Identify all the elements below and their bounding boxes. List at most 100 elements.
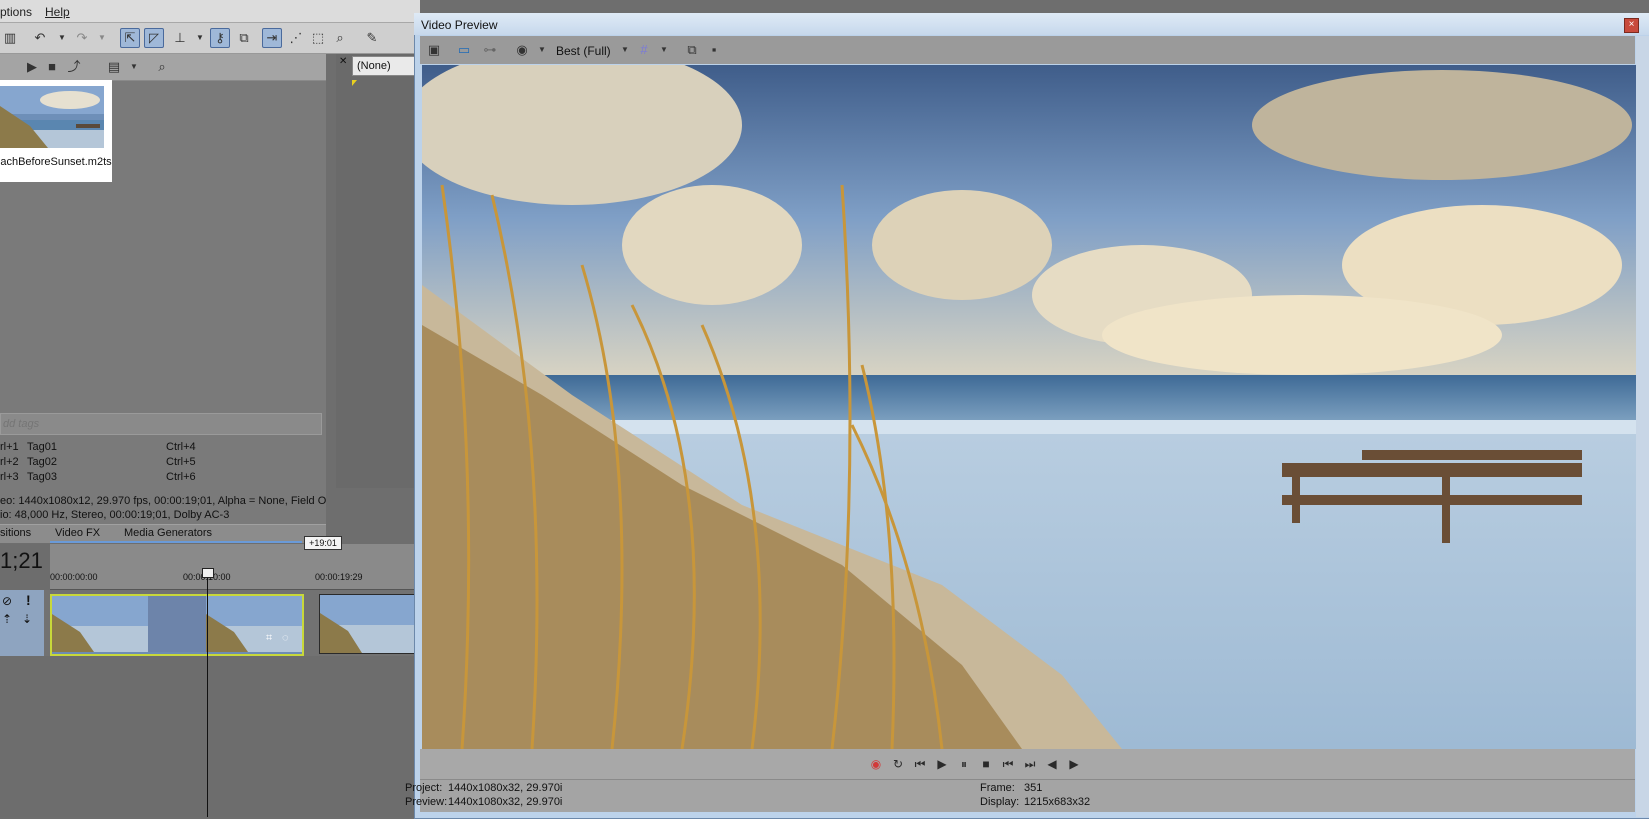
composite-down-icon[interactable]: ⇣ <box>22 612 32 626</box>
event-crop-icon[interactable]: ⌗ <box>266 632 272 645</box>
preview-toolbar: ▣ ▭ ⊶ ◉ ▼ Best (Full) ▼ # ▼ ⧉ ▪ <box>420 36 1635 64</box>
project-label: Project: <box>405 782 443 794</box>
properties-icon[interactable]: ▥ <box>0 28 20 48</box>
frame-label: Frame: <box>980 782 1015 794</box>
undo-dropdown-icon[interactable]: ▼ <box>52 28 72 48</box>
stop-icon[interactable]: ■ <box>978 756 994 772</box>
time-display: 1;21 <box>0 548 43 573</box>
tag-key: rl+3 <box>0 471 19 483</box>
enable-snapping-icon[interactable]: ⇱ <box>120 28 140 48</box>
clip-thumbnails <box>52 596 302 652</box>
tag-key: rl+2 <box>0 456 19 468</box>
tab-video-fx[interactable]: Video FX <box>55 527 100 539</box>
previous-frame-icon[interactable]: ◀ <box>1044 756 1060 772</box>
lock-envelopes-icon[interactable]: ⚷ <box>210 28 230 48</box>
loop-playback-icon[interactable]: ↻ <box>890 756 906 772</box>
play-icon[interactable]: ▶ <box>934 756 950 772</box>
preview-value: 1440x1080x32, 29.970i <box>448 796 563 808</box>
menu-options[interactable]: ptions <box>0 5 32 19</box>
split-screen-icon[interactable]: ⊶ <box>480 40 500 60</box>
preview-quality[interactable]: Best (Full) <box>556 44 611 58</box>
tags-field[interactable] <box>0 413 322 435</box>
redo-icon[interactable]: ↷ <box>72 28 92 48</box>
zoom-tool-icon[interactable]: ⌕ <box>330 28 350 48</box>
ruler-label: 00:00:19:29 <box>315 572 363 582</box>
undo-icon[interactable]: ↶ <box>30 28 50 48</box>
save-snapshot-icon[interactable]: ▪ <box>704 40 724 60</box>
main-toolbar: ▥ ↶ ▼ ↷ ▼ ⇱ ◸ ⊥ ▼ ⚷ ⧉ ⇥ ⋰ ⬚ ⌕ ✎ <box>0 23 415 54</box>
window-edge <box>1636 36 1649 817</box>
redo-dropdown-icon[interactable]: ▼ <box>92 28 112 48</box>
project-value: 1440x1080x32, 29.970i <box>448 782 563 794</box>
preview-video-frame <box>422 65 1636 749</box>
video-info: eo: 1440x1080x12, 29.970 fps, 00:00:19;0… <box>0 495 327 507</box>
overlays-icon[interactable]: # <box>634 40 654 60</box>
auto-preview-icon[interactable]: ⤴ <box>64 57 84 77</box>
copy-snapshot-icon[interactable]: ⧉ <box>682 40 702 60</box>
tab-media-generators[interactable]: Media Generators <box>124 527 212 539</box>
media-filename: achBeforeSunset.m2ts <box>0 156 112 168</box>
tags-input[interactable] <box>1 414 305 434</box>
preview-close-button[interactable]: × <box>1624 18 1639 33</box>
display-label: Display: <box>980 796 1020 808</box>
media-thumbnail[interactable] <box>0 86 104 148</box>
video-clip[interactable]: ⌗ ◌ <box>50 594 304 656</box>
record-icon[interactable]: ◉ <box>868 756 884 772</box>
tag-shortcut: Ctrl+4 <box>166 441 196 453</box>
quality-dropdown-icon[interactable]: ▼ <box>532 40 552 60</box>
loop-region[interactable] <box>50 541 302 543</box>
play-from-start-icon[interactable]: ⏮ <box>912 756 928 772</box>
trimmer-panel <box>336 54 416 488</box>
preview-quality-dropdown-icon[interactable]: ▼ <box>615 40 635 60</box>
playhead-handle[interactable] <box>202 568 214 578</box>
render-icon[interactable]: ✎ <box>362 28 382 48</box>
go-to-end-icon[interactable]: ⏭ <box>1022 756 1038 772</box>
beach-scene-image <box>422 65 1636 749</box>
tag-name: Tag03 <box>27 471 57 483</box>
ripple-dropdown-icon[interactable]: ▼ <box>190 28 210 48</box>
track-header[interactable]: ⊘ ! ⇡ ⇣ <box>0 590 44 656</box>
menu-help[interactable]: Help <box>45 5 70 19</box>
envelope-tool-icon[interactable]: ⋰ <box>286 28 306 48</box>
video-clip[interactable] <box>319 594 418 654</box>
ignore-grouping-icon[interactable]: ⧉ <box>234 28 254 48</box>
preview-title: Video Preview <box>421 18 498 32</box>
solo-icon[interactable]: ! <box>26 592 31 608</box>
explorer-toolbar: ▶ ■ ⤴ ▤ ▼ ⌕ <box>0 54 326 81</box>
tag-shortcut: Ctrl+6 <box>166 471 196 483</box>
marker-icon <box>352 80 357 86</box>
ripple-edit-icon[interactable]: ⊥ <box>170 28 190 48</box>
auto-crossfade-icon[interactable]: ◸ <box>144 28 164 48</box>
preview-titlebar[interactable] <box>414 13 1649 35</box>
composite-up-icon[interactable]: ⇡ <box>2 612 12 626</box>
playhead[interactable] <box>207 575 208 817</box>
duration-badge: +19:01 <box>304 536 342 550</box>
timeline-ruler[interactable] <box>50 544 416 590</box>
preview-label: Preview: <box>405 796 448 808</box>
stop-icon[interactable]: ■ <box>42 57 62 77</box>
tab-transitions[interactable]: sitions <box>0 527 31 539</box>
overlays-dropdown-icon[interactable]: ▼ <box>654 40 674 60</box>
tag-shortcut: Ctrl+5 <box>166 456 196 468</box>
close-icon[interactable]: ✕ <box>339 56 349 67</box>
ruler-label: 00:00:00:00 <box>50 572 98 582</box>
preview-properties-icon[interactable]: ▣ <box>424 40 444 60</box>
tag-name: Tag01 <box>27 441 57 453</box>
tag-key: rl+1 <box>0 441 19 453</box>
normal-edit-tool-icon[interactable]: ⇥ <box>262 28 282 48</box>
search-icon[interactable]: ⌕ <box>152 57 172 77</box>
tag-name: Tag02 <box>27 456 57 468</box>
go-to-start-icon[interactable]: ⏮ <box>1000 756 1016 772</box>
pause-icon[interactable]: ⏸ <box>956 756 972 772</box>
play-icon[interactable]: ▶ <box>22 57 42 77</box>
audio-info: io: 48,000 Hz, Stereo, 00:00:19;01, Dolb… <box>0 509 230 521</box>
selection-tool-icon[interactable]: ⬚ <box>308 28 328 48</box>
views-icon[interactable]: ▤ <box>104 57 124 77</box>
external-monitor-icon[interactable]: ▭ <box>454 40 474 60</box>
frame-value: 351 <box>1024 782 1043 794</box>
mute-icon[interactable]: ⊘ <box>2 594 12 608</box>
views-dropdown-icon[interactable]: ▼ <box>124 57 144 77</box>
adjust-size-icon[interactable]: ◉ <box>512 40 532 60</box>
next-frame-icon[interactable]: ▶ <box>1066 756 1082 772</box>
event-fx-icon[interactable]: ◌ <box>282 632 289 644</box>
